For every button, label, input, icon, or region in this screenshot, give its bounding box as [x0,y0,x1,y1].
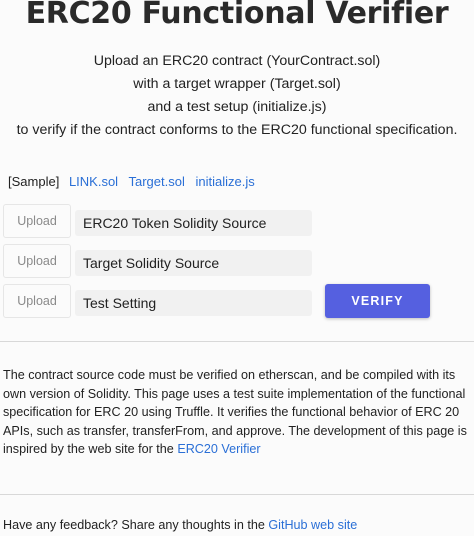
sample-link-initialize-js[interactable]: initialize.js [195,174,254,189]
feedback-text: Have any feedback? Share any thoughts in… [3,518,265,532]
upload-row-target: Upload Target Solidity Source [3,244,313,278]
description-line: with a target wrapper (Target.sol) [133,76,341,92]
erc20-verifier-link[interactable]: ERC20 Verifier [177,442,260,456]
token-source-field[interactable]: ERC20 Token Solidity Source [75,210,312,236]
upload-row-token: Upload ERC20 Token Solidity Source [3,204,313,238]
target-source-field[interactable]: Target Solidity Source [75,250,312,276]
feedback-line: Have any feedback? Share any thoughts in… [3,518,471,532]
page: ERC20 Functional Verifier Upload an ERC2… [0,0,474,536]
upload-test-button[interactable]: Upload [3,284,71,318]
divider [0,494,474,495]
page-title: ERC20 Functional Verifier [25,0,449,31]
description-line: Upload an ERC20 contract (YourContract.s… [93,53,381,69]
upload-target-button[interactable]: Upload [3,244,71,278]
description-line: to verify if the contract conforms to th… [16,122,458,138]
test-setting-field[interactable]: Test Setting [75,290,312,316]
github-link[interactable]: GitHub web site [268,518,357,532]
sample-link-target-sol[interactable]: Target.sol [128,174,184,189]
description: Upload an ERC20 contract (YourContract.s… [0,50,474,142]
upload-token-button[interactable]: Upload [3,204,71,238]
divider [0,341,474,342]
description-line: and a test setup (initialize.js) [147,99,327,115]
sample-link-link-sol[interactable]: LINK.sol [69,174,118,189]
info-paragraph: The contract source code must be verifie… [3,366,471,459]
sample-links: [Sample] LINK.sol Target.sol initialize.… [8,174,262,189]
verify-button[interactable]: VERIFY [325,284,430,318]
sample-label: [Sample] [8,174,60,189]
upload-row-test: Upload Test Setting [3,284,313,318]
